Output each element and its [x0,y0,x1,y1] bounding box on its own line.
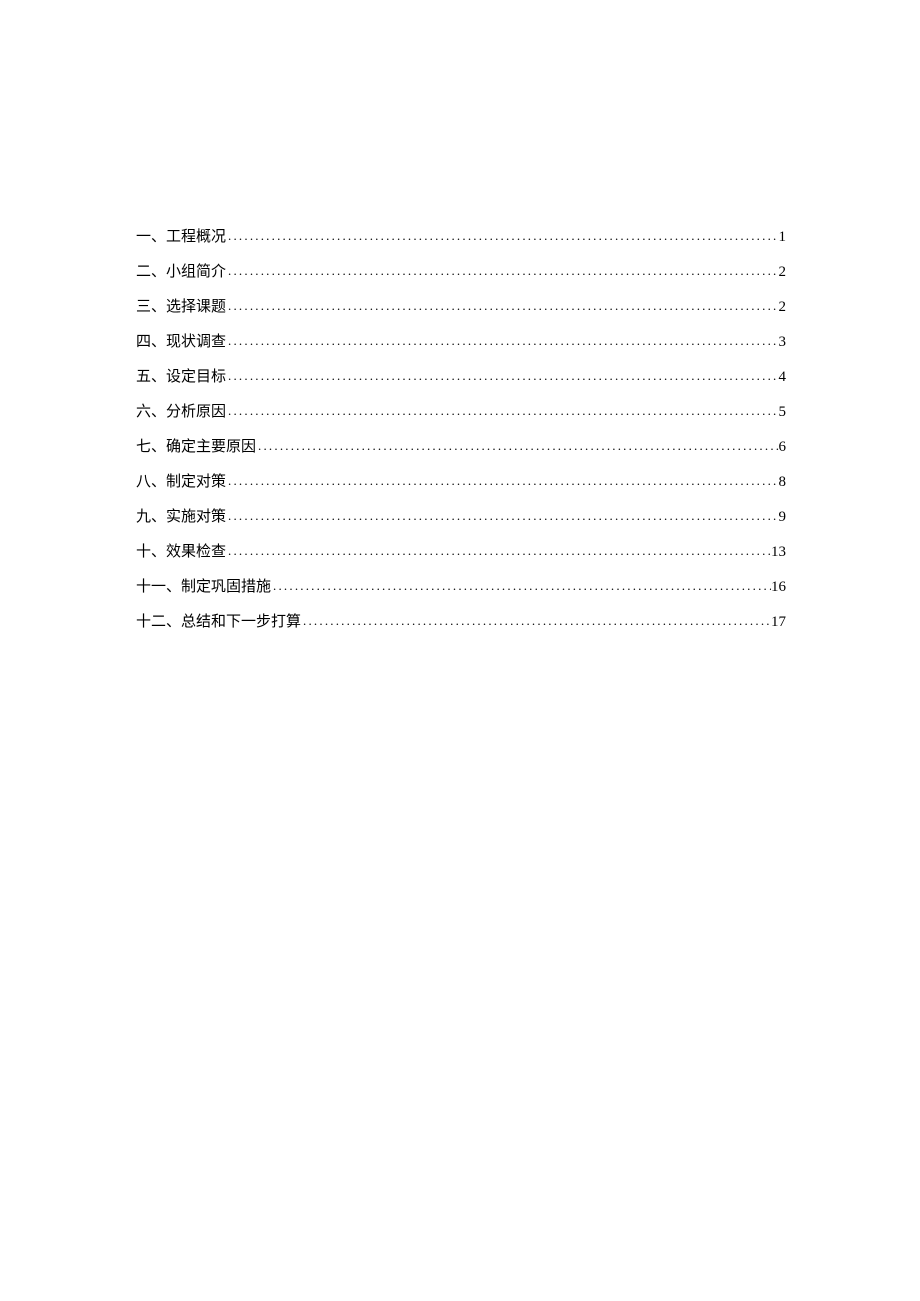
toc-leader-dots: ........................................… [226,263,778,279]
toc-label: 二、小组简介 [136,263,226,281]
toc-label: 一、工程概况 [136,228,226,246]
toc-entry: 七、确定主要原因 ...............................… [136,438,786,456]
toc-entry: 二、小组简介 .................................… [136,263,786,281]
toc-leader-dots: ........................................… [271,578,771,594]
toc-label: 七、确定主要原因 [136,438,256,456]
toc-page-number: 2 [779,298,787,316]
toc-label: 十二、总结和下一步打算 [136,613,301,631]
toc-page-number: 5 [779,403,787,421]
toc-label: 五、设定目标 [136,368,226,386]
toc-leader-dots: ........................................… [301,613,771,629]
toc-leader-dots: ........................................… [226,543,771,559]
toc-page-number: 13 [771,543,786,561]
toc-entry: 十一、制定巩固措施 ..............................… [136,578,786,596]
toc-page-number: 6 [779,438,787,456]
toc-entry: 六、分析原因 .................................… [136,403,786,421]
toc-leader-dots: ........................................… [256,438,778,454]
toc-leader-dots: ........................................… [226,473,778,489]
toc-entry: 一、工程概况 .................................… [136,228,786,246]
toc-label: 十一、制定巩固措施 [136,578,271,596]
toc-page-number: 9 [779,508,787,526]
toc-page-number: 4 [779,368,787,386]
toc-entry: 十、效果检查 .................................… [136,543,786,561]
toc-label: 十、效果检查 [136,543,226,561]
toc-entry: 三、选择课题 .................................… [136,298,786,316]
toc-leader-dots: ........................................… [226,368,778,384]
toc-entry: 九、实施对策 .................................… [136,508,786,526]
toc-page-number: 2 [779,263,787,281]
toc-label: 三、选择课题 [136,298,226,316]
toc-page-number: 3 [779,333,787,351]
toc-leader-dots: ........................................… [226,298,778,314]
toc-page-number: 1 [779,228,787,246]
table-of-contents: 一、工程概况 .................................… [136,228,786,648]
toc-entry: 八、制定对策 .................................… [136,473,786,491]
toc-leader-dots: ........................................… [226,228,778,244]
toc-page-number: 17 [771,613,786,631]
toc-leader-dots: ........................................… [226,403,778,419]
toc-entry: 四、现状调查 .................................… [136,333,786,351]
toc-label: 六、分析原因 [136,403,226,421]
toc-page-number: 16 [771,578,786,596]
toc-page-number: 8 [779,473,787,491]
toc-label: 九、实施对策 [136,508,226,526]
toc-label: 八、制定对策 [136,473,226,491]
toc-entry: 五、设定目标 .................................… [136,368,786,386]
toc-leader-dots: ........................................… [226,333,778,349]
toc-entry: 十二、总结和下一步打算 ............................… [136,613,786,631]
toc-leader-dots: ........................................… [226,508,778,524]
toc-label: 四、现状调查 [136,333,226,351]
